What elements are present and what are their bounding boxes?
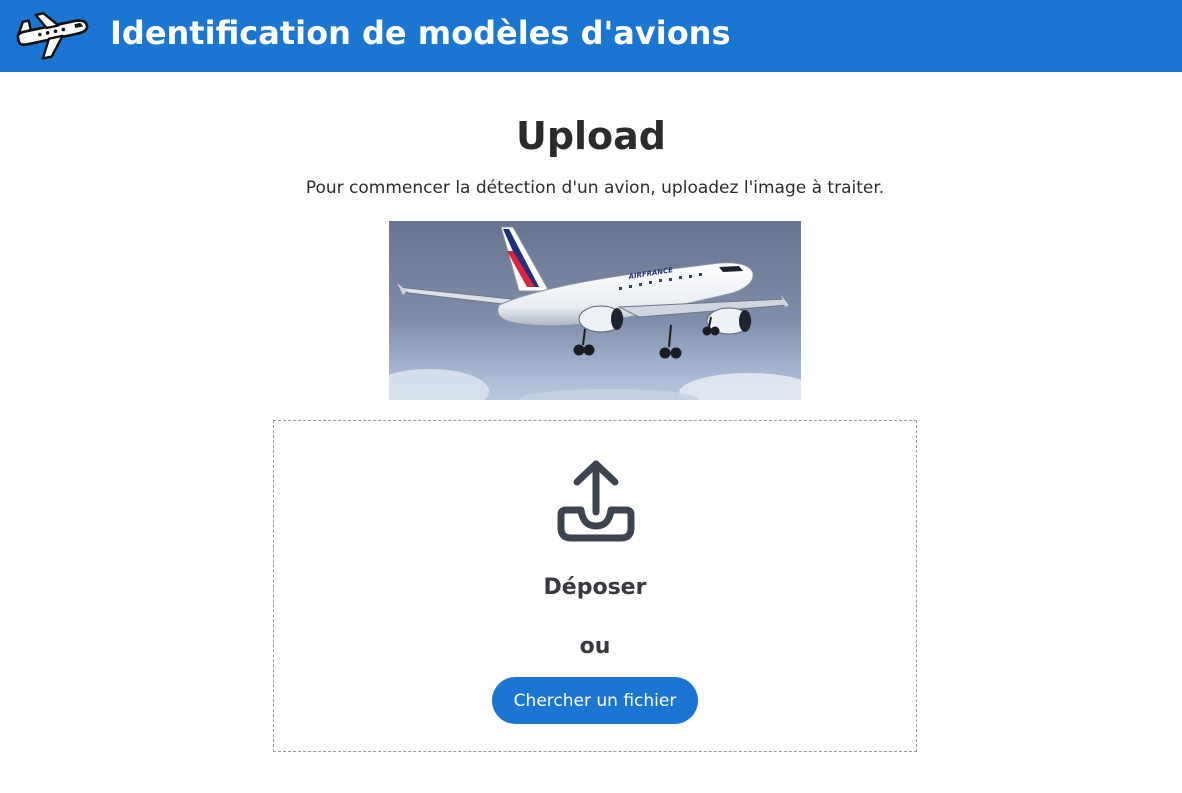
- top-bar: Identification de modèles d'avions: [0, 0, 1182, 72]
- file-dropzone[interactable]: Déposer ou Chercher un fichier: [273, 420, 917, 752]
- airplane-preview-image: AIRFRANCE: [389, 221, 801, 400]
- or-label: ou: [579, 634, 611, 659]
- page-subtitle: Pour commencer la détection d'un avion, …: [305, 178, 885, 198]
- drop-label: Déposer: [543, 575, 647, 600]
- browse-file-button[interactable]: Chercher un fichier: [492, 677, 698, 724]
- app-title: Identification de modèles d'avions: [110, 14, 731, 52]
- airplane-icon: [16, 12, 89, 60]
- page-title: Upload: [515, 114, 667, 158]
- upload-icon: [557, 460, 635, 542]
